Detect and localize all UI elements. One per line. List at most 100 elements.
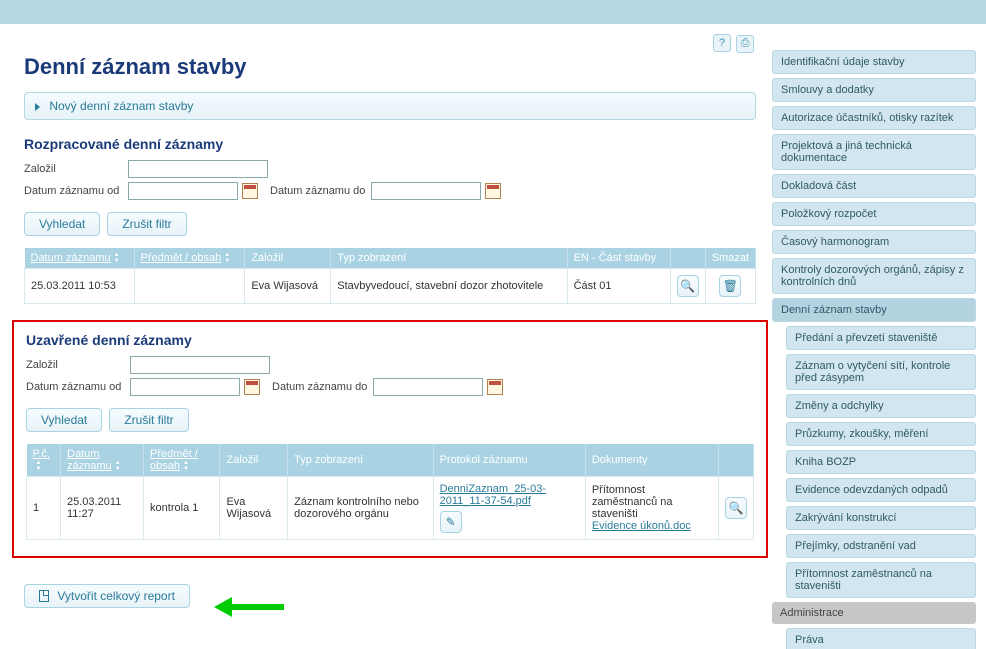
col-created-by[interactable]: Založil	[220, 444, 288, 477]
sidebar-sub-pritomnost[interactable]: Přítomnost zaměstnanců na staveništi	[786, 562, 976, 598]
sidebar-item-rozpocet[interactable]: Položkový rozpočet	[772, 202, 976, 226]
cell-subject	[134, 269, 245, 304]
sidebar-sub-odpady[interactable]: Evidence odevzdaných odpadů	[786, 478, 976, 502]
filter-label-founder: Založil	[24, 163, 128, 175]
sidebar-item-denni-zaznam[interactable]: Denní záznam stavby	[772, 298, 976, 322]
filter-label-date-from: Datum záznamu od	[26, 381, 130, 393]
sidebar-item-dokladova[interactable]: Dokladová část	[772, 174, 976, 198]
print-icon[interactable]: ⎙	[736, 35, 754, 53]
cell-part: Část 01	[567, 269, 670, 304]
col-created-by[interactable]: Založil	[245, 248, 331, 269]
table-row: 25.03.2011 10:53 Eva Wijasová Stavbyvedo…	[25, 269, 756, 304]
sidebar-sub-prejimky[interactable]: Přejímky, odstranění vad	[786, 534, 976, 558]
filter-label-date-to: Datum záznamu do	[272, 381, 367, 393]
cell-no: 1	[27, 477, 61, 540]
document-link[interactable]: Evidence úkonů.doc	[592, 520, 691, 532]
top-bar	[0, 0, 986, 24]
sidebar-item-dokumentace[interactable]: Projektová a jiná technická dokumentace	[772, 134, 976, 170]
drafts-reset-button[interactable]: Zrušit filtr	[107, 212, 186, 236]
sidebar-item-prava[interactable]: Práva	[786, 628, 976, 649]
create-report-label: Vytvořit celkový report	[57, 589, 175, 603]
calendar-icon[interactable]	[244, 379, 260, 395]
closed-founder-input[interactable]	[130, 356, 270, 374]
sidebar-sub-pruzkumy[interactable]: Průzkumy, zkoušky, měření	[786, 422, 976, 446]
col-documents[interactable]: Dokumenty	[585, 444, 718, 477]
calendar-icon[interactable]	[242, 183, 258, 199]
delete-button[interactable]: 🗑	[719, 275, 741, 297]
cell-created-by: Eva Wijasová	[245, 269, 331, 304]
col-delete[interactable]: Smazat	[705, 248, 755, 269]
chevron-right-icon	[35, 103, 40, 111]
drafts-date-from-input[interactable]	[128, 182, 238, 200]
magnifier-icon: 🔍	[729, 501, 744, 515]
cell-documents: Přítomnost zaměstnanců na staveništi Evi…	[585, 477, 718, 540]
sidebar-sub-bozp[interactable]: Kniha BOZP	[786, 450, 976, 474]
protocol-link[interactable]: DenniZaznam_25-03-2011_11-37-54.pdf	[440, 483, 546, 507]
create-report-button[interactable]: Vytvořit celkový report	[24, 584, 190, 608]
closed-reset-button[interactable]: Zrušit filtr	[109, 408, 188, 432]
page-title: Denní záznam stavby	[24, 54, 756, 80]
sidebar-item-smlouvy[interactable]: Smlouvy a dodatky	[772, 78, 976, 102]
new-record-disclosure[interactable]: Nový denní záznam stavby	[24, 92, 756, 120]
closed-date-from-input[interactable]	[130, 378, 240, 396]
cell-date: 25.03.2011 11:27	[61, 477, 144, 540]
cell-protocol: DenniZaznam_25-03-2011_11-37-54.pdf ✎	[433, 477, 585, 540]
cell-display-type: Stavbyvedoucí, stavební dozor zhotovitel…	[331, 269, 567, 304]
col-protocol[interactable]: Protokol záznamu	[433, 444, 585, 477]
col-part[interactable]: EN - Část stavby	[567, 248, 670, 269]
sidebar-sub-vytyceni[interactable]: Záznam o vytyčení sítí, kontrole před zá…	[786, 354, 976, 390]
col-date[interactable]: Datum záznamu	[61, 444, 144, 477]
help-icon[interactable]: ?	[713, 34, 731, 52]
col-view	[719, 444, 754, 477]
sort-icon	[183, 460, 189, 472]
view-button[interactable]: 🔍	[725, 497, 747, 519]
sidebar-item-kontroly[interactable]: Kontroly dozorových orgánů, zápisy z kon…	[772, 258, 976, 294]
sidebar-item-identifikace[interactable]: Identifikační údaje stavby	[772, 50, 976, 74]
filter-label-date-to: Datum záznamu do	[270, 185, 365, 197]
sidebar-item-autorizace[interactable]: Autorizace účastníků, otisky razítek	[772, 106, 976, 130]
drafts-table: Datum záznamu Předmět / obsah Založil Ty…	[24, 248, 756, 304]
col-subject[interactable]: Předmět / obsah	[134, 248, 245, 269]
drafts-date-to-input[interactable]	[371, 182, 481, 200]
drafts-founder-input[interactable]	[128, 160, 268, 178]
closed-section-highlight: Uzavřené denní záznamy Založil Datum záz…	[12, 320, 768, 558]
sort-icon	[36, 460, 42, 472]
sidebar-admin-header: Administrace	[772, 602, 976, 624]
closed-table: P.č. Datum záznamu Předmět / obsah Založ…	[26, 444, 754, 540]
pencil-icon: ✎	[446, 515, 456, 529]
document-icon	[39, 590, 49, 602]
closed-date-to-input[interactable]	[373, 378, 483, 396]
sidebar: Identifikační údaje stavby Smlouvy a dod…	[772, 32, 976, 649]
col-date[interactable]: Datum záznamu	[25, 248, 135, 269]
sort-icon	[224, 252, 230, 264]
filter-label-founder: Založil	[26, 359, 130, 371]
calendar-icon[interactable]	[487, 379, 503, 395]
magnifier-icon: 🔍	[680, 279, 695, 293]
sort-icon	[114, 252, 120, 264]
sidebar-sub-zmeny[interactable]: Změny a odchylky	[786, 394, 976, 418]
drafts-search-button[interactable]: Vyhledat	[24, 212, 100, 236]
drafts-heading: Rozpracované denní záznamy	[24, 136, 756, 152]
cell-subject: kontrola 1	[144, 477, 220, 540]
closed-heading: Uzavřené denní záznamy	[26, 332, 754, 348]
calendar-icon[interactable]	[485, 183, 501, 199]
sidebar-sub-zakryvani[interactable]: Zakrývání konstrukcí	[786, 506, 976, 530]
sidebar-item-harmonogram[interactable]: Časový harmonogram	[772, 230, 976, 254]
col-display-type[interactable]: Typ zobrazení	[288, 444, 434, 477]
table-row: 1 25.03.2011 11:27 kontrola 1 Eva Wijaso…	[27, 477, 754, 540]
disclosure-label: Nový denní záznam stavby	[49, 99, 193, 113]
view-button[interactable]: 🔍	[677, 275, 699, 297]
cell-display-type: Záznam kontrolního nebo dozorového orgán…	[288, 477, 434, 540]
sidebar-sub-predani[interactable]: Předání a převzetí staveniště	[786, 326, 976, 350]
filter-label-date-from: Datum záznamu od	[24, 185, 128, 197]
cell-created-by: Eva Wijasová	[220, 477, 288, 540]
sort-icon	[115, 460, 121, 472]
edit-protocol-button[interactable]: ✎	[440, 511, 462, 533]
cell-date: 25.03.2011 10:53	[25, 269, 135, 304]
doc-text: Přítomnost zaměstnanců na staveništi	[592, 484, 673, 520]
col-display-type[interactable]: Typ zobrazení	[331, 248, 567, 269]
col-subject[interactable]: Předmět / obsah	[144, 444, 220, 477]
col-no[interactable]: P.č.	[27, 444, 61, 477]
closed-search-button[interactable]: Vyhledat	[26, 408, 102, 432]
trash-icon: 🗑	[723, 279, 738, 293]
